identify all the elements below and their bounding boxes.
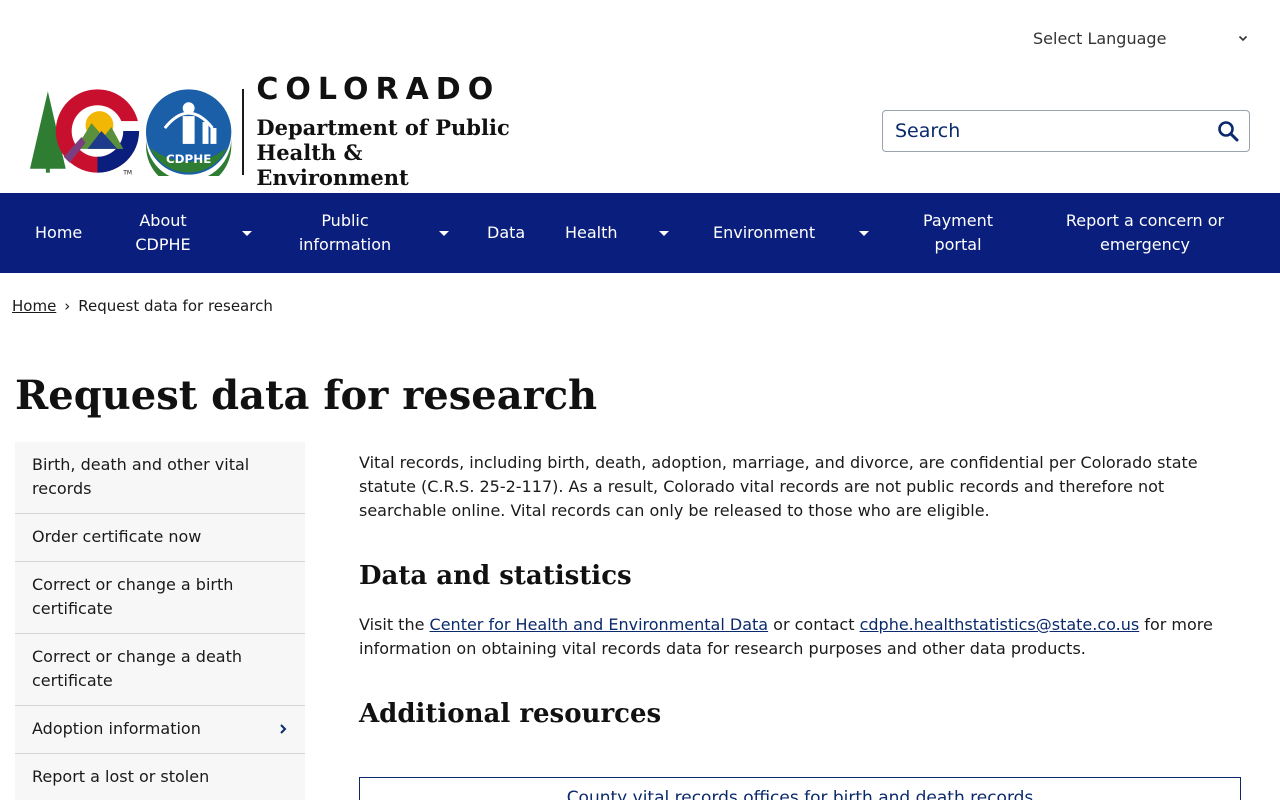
breadcrumb: Home › Request data for research [12, 297, 273, 315]
search-button[interactable] [1215, 118, 1241, 144]
nav-environment-caret-icon[interactable] [859, 231, 869, 236]
logo-dept-line-1: Department of Public [256, 114, 510, 140]
chevron-down-icon [1238, 35, 1248, 42]
breadcrumb-separator: › [64, 297, 71, 315]
cdphe-logo[interactable]: TM CDPHE COLORADO Department of Public H… [30, 74, 520, 190]
sidenav-item-vital-records[interactable]: Birth, death and other vital records [15, 442, 305, 514]
logo-divider [242, 89, 245, 175]
svg-text:CDPHE: CDPHE [166, 152, 211, 166]
language-select-label: Select Language [1033, 28, 1167, 48]
search-icon [1218, 121, 1239, 142]
additional-resources-heading: Additional resources [359, 699, 662, 729]
logo-wordmark: COLORADO Department of Public Health & E… [256, 71, 520, 190]
sidenav-item-correct-death[interactable]: Correct or change a death certificate [15, 634, 305, 706]
cdphe-seal-icon: CDPHE [146, 89, 232, 176]
breadcrumb-current: Request data for research [78, 297, 273, 315]
data-statistics-heading: Data and statistics [359, 561, 632, 591]
nav-item-home[interactable]: Home [35, 193, 82, 273]
sidenav-item-report-lost[interactable]: Report a lost or stolen [15, 754, 305, 800]
nav-item-about-cdphe[interactable]: About CDPHE [123, 193, 203, 273]
colorado-c-logo-icon: TM [30, 89, 142, 177]
sidenav-item-correct-birth[interactable]: Correct or change a birth certificate [15, 562, 305, 634]
nav-item-environment[interactable]: Environment [713, 193, 815, 273]
nav-public-info-caret-icon[interactable] [439, 231, 449, 236]
nav-item-public-information[interactable]: Public information [290, 193, 400, 273]
search-input[interactable] [895, 120, 1215, 142]
site-search [882, 110, 1250, 152]
nav-item-health[interactable]: Health [565, 193, 618, 273]
logo-dept-line-2: Health & Environment [256, 139, 409, 190]
chevron-right-icon [280, 724, 287, 734]
language-select[interactable]: Select Language [1020, 22, 1260, 54]
nav-item-report-concern[interactable]: Report a concern or emergency [1060, 193, 1230, 273]
health-statistics-email-link[interactable]: cdphe.healthstatistics@state.co.us [860, 615, 1140, 634]
main-content: Vital records, including birth, death, a… [359, 451, 1241, 800]
logo-state-name: COLORADO [256, 71, 501, 107]
svg-text:TM: TM [122, 170, 132, 177]
data-statistics-paragraph: Visit the Center for Health and Environm… [359, 615, 1213, 658]
county-vital-records-link[interactable]: County vital records offices for birth a… [567, 788, 1034, 800]
page-title: Request data for research [15, 372, 598, 419]
intro-paragraph: Vital records, including birth, death, a… [359, 453, 1198, 520]
nav-item-payment-portal[interactable]: Payment portal [914, 193, 1002, 273]
sidenav-item-order-certificate[interactable]: Order certificate now [15, 514, 305, 562]
ched-link[interactable]: Center for Health and Environmental Data [430, 615, 769, 634]
nav-about-caret-icon[interactable] [242, 231, 252, 236]
nav-item-data[interactable]: Data [487, 193, 525, 273]
sidenav-item-adoption[interactable]: Adoption information [15, 706, 305, 754]
main-nav: Home About CDPHE Public information Data… [0, 193, 1280, 273]
breadcrumb-home-link[interactable]: Home [12, 297, 56, 315]
nav-health-caret-icon[interactable] [659, 231, 669, 236]
side-nav: Birth, death and other vital records Ord… [15, 442, 305, 800]
resource-card: County vital records offices for birth a… [359, 777, 1241, 800]
